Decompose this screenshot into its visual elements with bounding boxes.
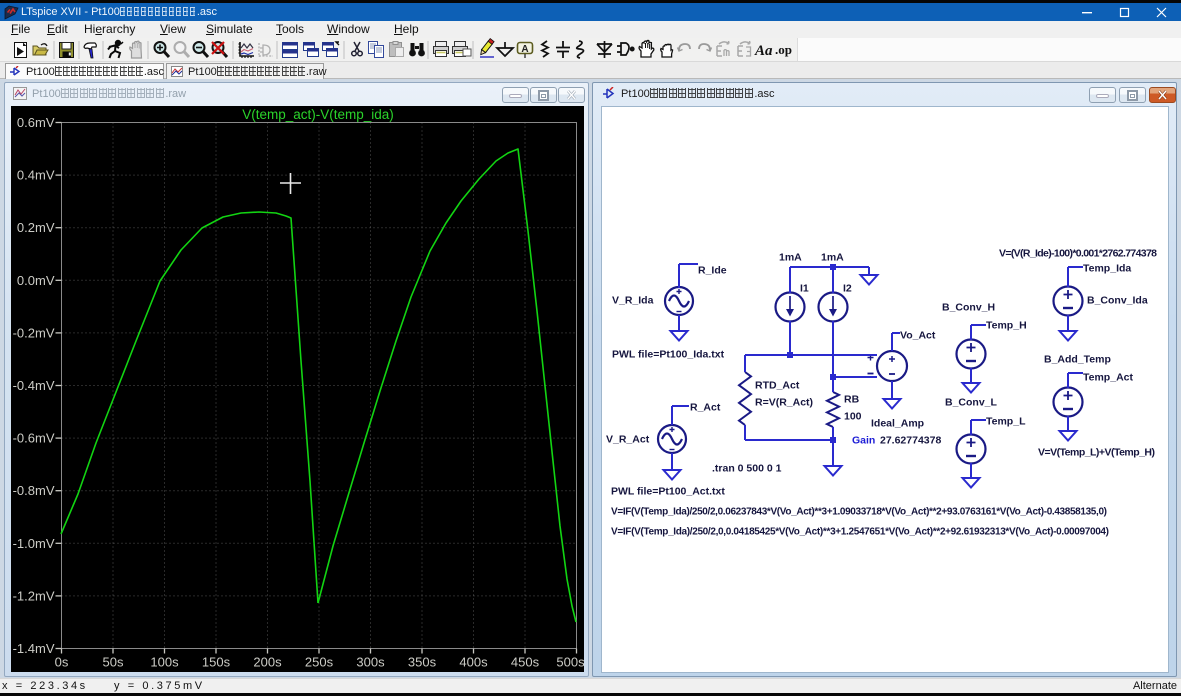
svg-text:R=V(R_Act): R=V(R_Act) bbox=[755, 397, 813, 409]
svg-text:PWL file=Pt100_Ida.txt: PWL file=Pt100_Ida.txt bbox=[612, 349, 725, 361]
svg-text:I2: I2 bbox=[843, 283, 852, 295]
svg-text:Temp_H: Temp_H bbox=[986, 320, 1027, 332]
svg-text:0.6mV: 0.6mV bbox=[17, 115, 55, 130]
svg-text:Temp_Ida: Temp_Ida bbox=[1083, 263, 1131, 275]
svg-text:250s: 250s bbox=[305, 655, 334, 670]
svg-text:-0.6mV: -0.6mV bbox=[13, 431, 55, 446]
svg-text:-0.4mV: -0.4mV bbox=[13, 378, 55, 393]
svg-text:PWL file=Pt100_Act.txt: PWL file=Pt100_Act.txt bbox=[611, 486, 725, 498]
svg-text:RTD_Act: RTD_Act bbox=[755, 380, 800, 392]
svg-text:V_R_Ida: V_R_Ida bbox=[612, 295, 654, 307]
svg-text:Gain: Gain bbox=[852, 435, 875, 447]
svg-text:150s: 150s bbox=[202, 655, 231, 670]
svg-text:100: 100 bbox=[844, 411, 862, 423]
svg-text:A: A bbox=[521, 44, 528, 55]
svg-text:0.4mV: 0.4mV bbox=[17, 168, 55, 183]
svg-text:-1.2mV: -1.2mV bbox=[13, 588, 55, 603]
svg-text:50s: 50s bbox=[103, 655, 124, 670]
svg-text:R_Ide: R_Ide bbox=[698, 265, 727, 277]
svg-text:-0.2mV: -0.2mV bbox=[13, 325, 55, 340]
svg-text:B_Conv_H: B_Conv_H bbox=[942, 302, 995, 314]
svg-text:400s: 400s bbox=[459, 655, 488, 670]
svg-text:R_Act: R_Act bbox=[690, 402, 721, 414]
svg-text:1mA: 1mA bbox=[779, 252, 802, 264]
svg-text:100s: 100s bbox=[150, 655, 179, 670]
svg-text:Ideal_Amp: Ideal_Amp bbox=[871, 418, 924, 430]
svg-text:V=V(Temp_L)+V(Temp_H): V=V(Temp_L)+V(Temp_H) bbox=[1038, 447, 1155, 459]
svg-text:B_Conv_Ida: B_Conv_Ida bbox=[1087, 295, 1148, 307]
svg-text:V=IF(V(Temp_Ida)/250/2,0.06237: V=IF(V(Temp_Ida)/250/2,0.06237843*V(Vo_A… bbox=[611, 507, 1107, 518]
svg-text:-1.4mV: -1.4mV bbox=[13, 641, 55, 656]
svg-text:I1: I1 bbox=[800, 283, 809, 295]
svg-text:V_R_Act: V_R_Act bbox=[606, 434, 650, 446]
svg-text:27.62774378: 27.62774378 bbox=[880, 435, 941, 447]
svg-text:V=IF(V(Temp_Ida)/250/2,0,0.041: V=IF(V(Temp_Ida)/250/2,0,0.04185425*V(Vo… bbox=[611, 527, 1109, 538]
svg-text:.tran 0 500 0 1: .tran 0 500 0 1 bbox=[712, 463, 782, 475]
svg-text:-1.0mV: -1.0mV bbox=[13, 536, 55, 551]
svg-text:0.0mV: 0.0mV bbox=[17, 273, 55, 288]
svg-text:B_Conv_L: B_Conv_L bbox=[945, 397, 998, 409]
svg-text:500s: 500s bbox=[556, 655, 584, 670]
svg-text:200s: 200s bbox=[253, 655, 282, 670]
svg-text:350s: 350s bbox=[408, 655, 437, 670]
svg-text:-0.8mV: -0.8mV bbox=[13, 483, 55, 498]
svg-text:1mA: 1mA bbox=[821, 252, 844, 264]
svg-text:V=(V(R_Ide)-100)*0.001*2762.77: V=(V(R_Ide)-100)*0.001*2762.774378 bbox=[999, 248, 1157, 260]
svg-text:300s: 300s bbox=[356, 655, 385, 670]
svg-text:RB: RB bbox=[844, 394, 860, 406]
svg-text:Vo_Act: Vo_Act bbox=[900, 330, 936, 342]
svg-text:450s: 450s bbox=[511, 655, 540, 670]
svg-text:.op: .op bbox=[775, 42, 792, 57]
svg-text:0.2mV: 0.2mV bbox=[17, 220, 55, 235]
svg-text:Temp_L: Temp_L bbox=[986, 416, 1026, 428]
svg-text:V(temp_act)-V(temp_ida): V(temp_act)-V(temp_ida) bbox=[242, 107, 394, 122]
svg-text:B_Add_Temp: B_Add_Temp bbox=[1044, 354, 1111, 366]
svg-text:Temp_Act: Temp_Act bbox=[1083, 372, 1133, 384]
svg-text:0s: 0s bbox=[55, 655, 69, 670]
svg-text:Aa: Aa bbox=[754, 43, 773, 59]
